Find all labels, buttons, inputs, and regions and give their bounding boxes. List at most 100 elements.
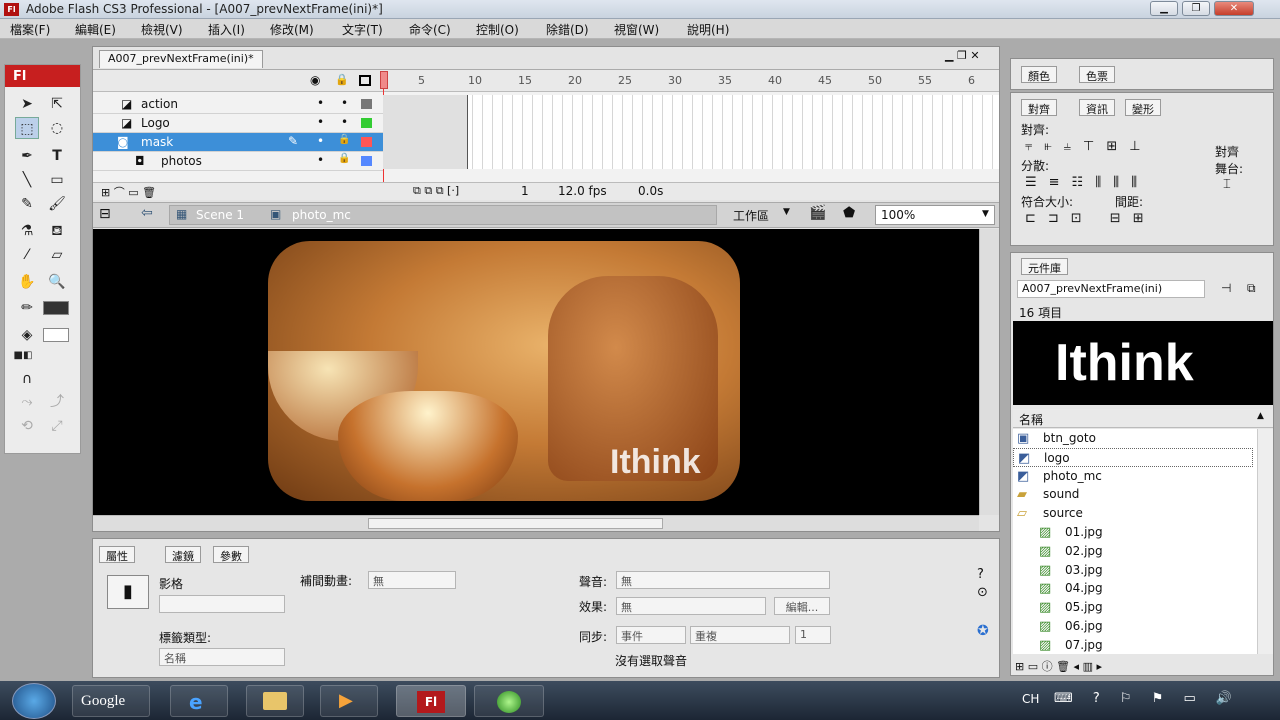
tab-color[interactable]: 顏色 — [1021, 66, 1057, 83]
lock-dot[interactable]: • — [341, 115, 348, 129]
layer-color-swatch[interactable] — [361, 118, 372, 128]
taskbar-flash[interactable]: Fl — [396, 685, 466, 717]
breadcrumb-symbol[interactable]: photo_mc — [292, 208, 351, 222]
taskbar-media-icon[interactable]: ▶ — [320, 685, 378, 717]
stroke-color-swatch[interactable] — [43, 301, 69, 315]
tab-transform[interactable]: 變形 — [1125, 99, 1161, 116]
document-tab[interactable]: A007_prevNextFrame(ini)* — [99, 50, 263, 68]
visibility-dot[interactable]: • — [317, 153, 324, 167]
taskbar-ie-icon[interactable]: e — [170, 685, 228, 717]
repeat-select[interactable]: 重複 — [690, 626, 790, 644]
paint-bucket-tool-icon[interactable]: ⛾ — [45, 220, 69, 242]
fill-color-icon[interactable]: ◈ — [15, 324, 39, 346]
edit-effect-button[interactable]: 編輯... — [774, 597, 830, 615]
layer-color-swatch[interactable] — [361, 99, 372, 109]
visibility-dot[interactable]: • — [317, 115, 324, 129]
to-stage-button[interactable]: ⌶ — [1223, 177, 1231, 192]
frame-grid[interactable] — [383, 95, 999, 169]
help-icon[interactable]: ? — [977, 567, 984, 582]
stroke-color-icon[interactable]: ✏ — [15, 297, 39, 319]
lock-dot[interactable]: • — [341, 96, 348, 110]
sync-select[interactable]: 事件 — [616, 626, 686, 644]
stage-vertical-scrollbar[interactable] — [979, 229, 999, 515]
quick-edit-icon[interactable]: ⊙ — [977, 585, 988, 600]
eraser-tool-icon[interactable]: ▱ — [45, 244, 69, 266]
line-tool-icon[interactable]: ╲ — [15, 169, 39, 191]
layer-photos[interactable]: ◘ photos • 🔒 — [93, 152, 383, 171]
layer-mask[interactable]: ◙ mask ✎ • 🔒 — [93, 133, 383, 152]
match-size-buttons[interactable]: ⊏⊐⊡ ⊟⊞ — [1025, 211, 1156, 226]
distribute-buttons[interactable]: ☰≡☷⫼⫼⫼ — [1025, 175, 1149, 190]
masked-photo[interactable]: Ithink — [268, 241, 740, 501]
locked-icon[interactable]: 🔒 — [338, 153, 350, 164]
stage-horizontal-scrollbar[interactable] — [93, 515, 979, 531]
menu-help[interactable]: 說明(H) — [687, 21, 729, 38]
library-item[interactable]: ▨ 05.jpg — [1013, 598, 1253, 617]
library-item[interactable]: ▨ 01.jpg — [1013, 523, 1253, 542]
outline-icon[interactable] — [359, 75, 371, 86]
visibility-dot[interactable]: • — [317, 96, 324, 110]
start-button[interactable] — [12, 683, 56, 719]
repeat-count-input[interactable]: 1 — [795, 626, 831, 644]
menu-view[interactable]: 檢視(V) — [141, 21, 183, 38]
menu-control[interactable]: 控制(O) — [476, 21, 519, 38]
free-transform-tool-icon[interactable]: ⬚ — [15, 117, 39, 139]
pin-library-icon[interactable]: ⊣ — [1221, 281, 1231, 295]
minimize-button[interactable]: ▁ — [1150, 1, 1178, 16]
insert-layer-icon[interactable]: ⊞ ⌒ ▭ 🗑 — [101, 184, 156, 200]
stage[interactable]: Ithink — [93, 229, 979, 515]
eye-icon[interactable]: ◉ — [310, 73, 320, 87]
restore-button[interactable]: ❐ — [1182, 1, 1210, 16]
menu-file[interactable]: 檔案(F) — [10, 21, 50, 38]
hand-tool-icon[interactable]: ✋ — [15, 271, 39, 293]
snap-to-objects-icon[interactable]: ∩ — [15, 368, 39, 390]
zoom-select[interactable]: 100% ▼ — [875, 205, 995, 225]
library-document-select[interactable]: A007_prevNextFrame(ini) — [1017, 280, 1205, 298]
library-item[interactable]: ▱ source — [1013, 504, 1253, 523]
breadcrumb-scene[interactable]: Scene 1 — [196, 208, 244, 222]
tab-properties[interactable]: 屬性 — [99, 546, 135, 563]
library-item[interactable]: ▣ btn_goto — [1013, 429, 1253, 448]
library-item[interactable]: ▰ sound — [1013, 485, 1253, 504]
tween-select[interactable]: 無 — [368, 571, 456, 589]
taskbar-app-green[interactable] — [474, 685, 544, 717]
label-type-select[interactable]: 名稱 — [159, 648, 285, 666]
library-scrollbar[interactable] — [1257, 429, 1273, 654]
doc-window-controls[interactable]: ▁ ❐ ✕ — [945, 49, 980, 62]
library-item[interactable]: ▨ 06.jpg — [1013, 617, 1253, 636]
accessibility-icon[interactable]: ✪ — [977, 623, 989, 639]
tab-library[interactable]: 元件庫 — [1021, 258, 1068, 275]
sort-icon[interactable]: ▲ — [1257, 411, 1264, 421]
lock-icon[interactable]: 🔒 — [335, 73, 349, 86]
tray-icons[interactable]: ⌨ ? ⚐ ⚑ ▭ 🔊 — [1054, 691, 1240, 706]
brush-tool-icon[interactable]: 🖌 — [45, 193, 69, 215]
menu-insert[interactable]: 插入(I) — [208, 21, 245, 38]
playhead[interactable] — [380, 71, 388, 89]
taskbar-google[interactable]: Google — [72, 685, 150, 717]
library-item[interactable]: ◩ photo_mc — [1013, 467, 1253, 486]
frame-label-input[interactable] — [159, 595, 285, 613]
library-item[interactable]: ◩ logo — [1013, 447, 1253, 467]
layer-color-swatch[interactable] — [361, 137, 372, 147]
tab-filters[interactable]: 濾鏡 — [165, 546, 201, 563]
scrollbar-thumb[interactable] — [368, 518, 663, 529]
tab-parameters[interactable]: 參數 — [213, 546, 249, 563]
menu-edit[interactable]: 編輯(E) — [75, 21, 116, 38]
layer-logo[interactable]: ◪ Logo • • — [93, 114, 383, 133]
menu-debug[interactable]: 除錯(D) — [546, 21, 589, 38]
effect-select[interactable]: 無 — [616, 597, 766, 615]
library-item[interactable]: ▨ 03.jpg — [1013, 561, 1253, 580]
library-item[interactable]: ▨ 02.jpg — [1013, 542, 1253, 561]
language-indicator[interactable]: CH — [1022, 692, 1039, 706]
new-library-panel-icon[interactable]: ⧉ — [1247, 281, 1256, 296]
zoom-tool-icon[interactable]: 🔍 — [45, 271, 69, 293]
rectangle-tool-icon[interactable]: ▭ — [45, 169, 69, 191]
layer-action[interactable]: ◪ action • • — [93, 95, 383, 114]
taskbar-explorer-icon[interactable] — [246, 685, 304, 717]
workspace-dropdown-icon[interactable]: ▼ — [783, 207, 790, 217]
edit-scene-icon[interactable]: 🎬 — [809, 205, 826, 221]
visibility-dot[interactable]: • — [317, 134, 324, 148]
selection-tool-icon[interactable]: ➤ — [15, 93, 39, 115]
ink-bottle-tool-icon[interactable]: ⚗ — [15, 220, 39, 242]
tab-align[interactable]: 對齊 — [1021, 99, 1057, 116]
